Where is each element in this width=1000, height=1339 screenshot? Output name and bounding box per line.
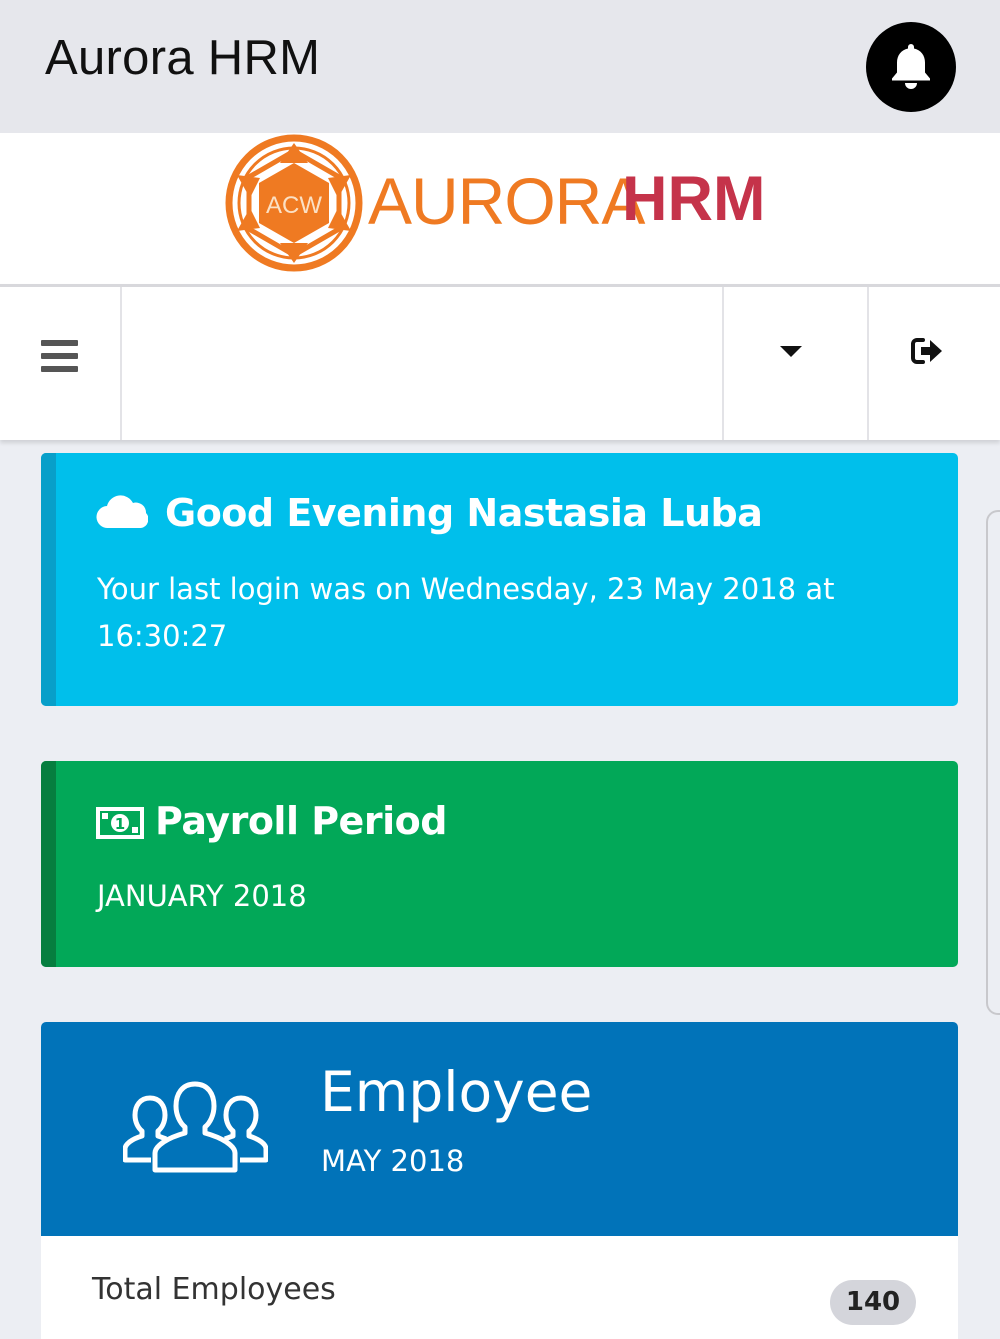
sign-out-icon xyxy=(911,338,942,364)
payroll-period-value: JANUARY 2018 xyxy=(97,879,307,913)
bell-icon xyxy=(892,44,930,89)
logo-text-hrm: HRM xyxy=(622,164,766,234)
greeting-title: Good Evening Nastasia Luba xyxy=(165,491,763,535)
employee-card-header: Employee MAY 2018 xyxy=(41,1022,958,1236)
card-accent-stripe xyxy=(41,453,56,706)
greeting-card: Good Evening Nastasia Luba Your last log… xyxy=(41,453,958,706)
logo-emblem: ACW xyxy=(225,134,363,272)
top-nav xyxy=(0,284,1000,440)
total-employees-badge: 140 xyxy=(830,1280,916,1325)
menu-icon xyxy=(41,340,78,379)
nav-spacer xyxy=(122,287,724,440)
brand-logo: ACW AURORA HRM xyxy=(222,133,782,284)
payroll-period-card: 1 Payroll Period JANUARY 2018 xyxy=(41,761,958,967)
total-employees-label: Total Employees xyxy=(92,1272,336,1307)
logo-text-aurora: AURORA xyxy=(368,164,645,238)
users-icon xyxy=(123,1081,268,1173)
total-employees-row[interactable]: Total Employees 140 xyxy=(41,1236,958,1339)
user-dropdown-button[interactable] xyxy=(724,287,869,440)
employee-title: Employee xyxy=(320,1060,593,1124)
caret-down-icon xyxy=(780,346,802,357)
logo-emblem-text: ACW xyxy=(266,192,322,219)
cloud-icon xyxy=(96,495,148,529)
brand-logo-band: ACW AURORA HRM xyxy=(0,133,1000,284)
employee-card: Employee MAY 2018 Total Employees 140 xyxy=(41,1022,958,1339)
scroll-indicator[interactable] xyxy=(986,510,1000,1015)
app-title: Aurora HRM xyxy=(45,31,321,85)
card-accent-stripe xyxy=(41,761,56,967)
notifications-button[interactable] xyxy=(866,22,956,112)
last-login-text: Your last login was on Wednesday, 23 May… xyxy=(97,572,835,653)
employee-subtitle: MAY 2018 xyxy=(321,1144,465,1178)
logout-button[interactable] xyxy=(869,287,1000,440)
svg-text:1: 1 xyxy=(115,815,125,833)
money-icon: 1 xyxy=(96,807,144,839)
payroll-title: Payroll Period xyxy=(155,799,447,843)
app-bar: Aurora HRM xyxy=(0,0,1000,133)
menu-toggle-button[interactable] xyxy=(0,287,122,440)
